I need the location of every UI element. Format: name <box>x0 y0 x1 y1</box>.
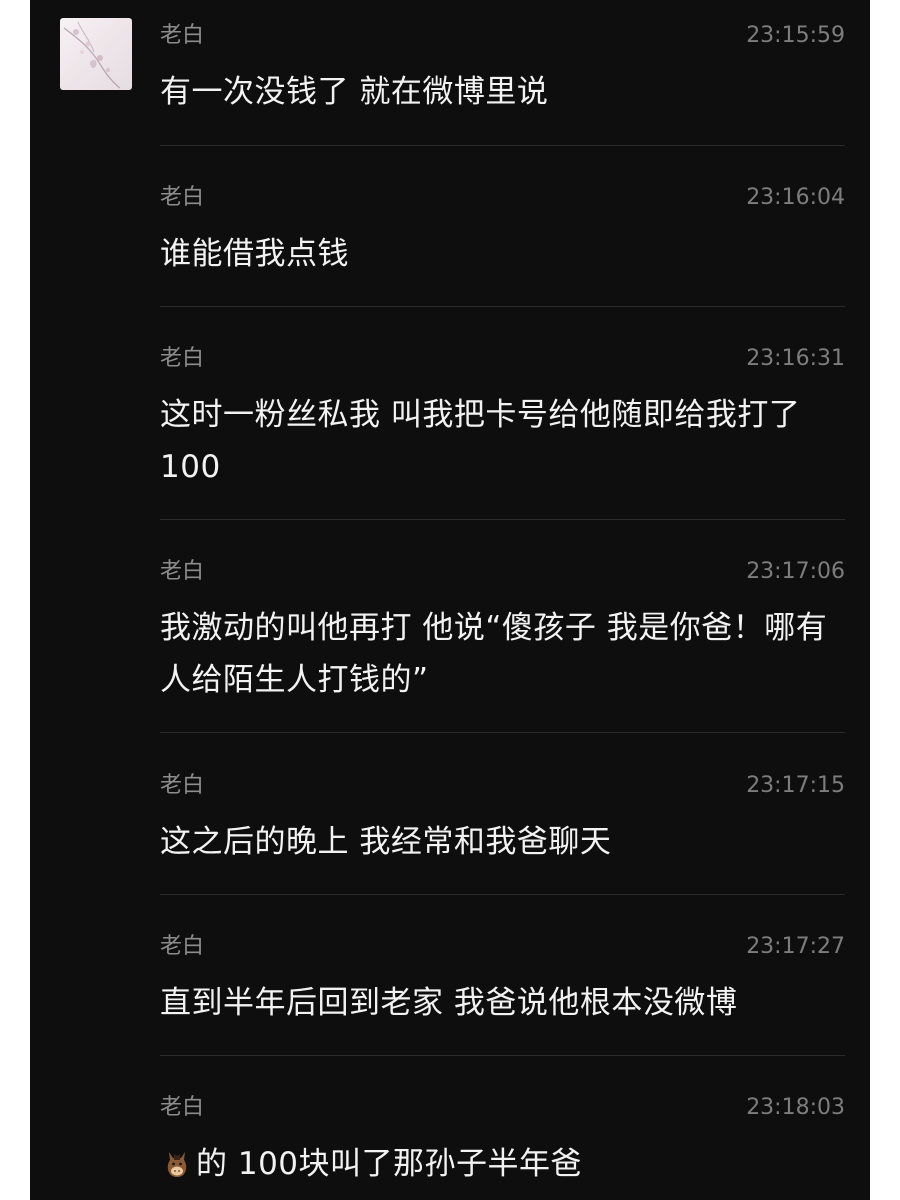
message-divider <box>160 145 845 146</box>
message-text: 直到半年后回到老家 我爸说他根本没微博 <box>160 985 738 1021</box>
message-text-container: 的 100块叫了那孙子半年爸 <box>160 1138 845 1190</box>
message-divider <box>160 894 845 895</box>
message-text: 我激动的叫他再打 他说“傻孩子 我是你爸！哪有人给陌生人打钱的” <box>160 610 828 698</box>
message-timestamp: 23:16:31 <box>746 346 845 371</box>
sender-name: 老白 <box>160 773 205 798</box>
horse-face-icon <box>160 1144 194 1178</box>
message-text: 这之后的晚上 我经常和我爸聊天 <box>160 824 612 860</box>
message-text: 的 100块叫了那孙子半年爸 <box>196 1146 583 1182</box>
message-timestamp: 23:17:15 <box>746 773 845 798</box>
message-text: 这时一粉丝私我 叫我把卡号给他随即给我打了100 <box>160 397 801 485</box>
sender-name: 老白 <box>160 559 205 584</box>
sender-name: 老白 <box>160 346 205 371</box>
message-divider <box>160 1055 845 1056</box>
message-timestamp: 23:15:59 <box>746 23 845 48</box>
message-divider <box>160 306 845 307</box>
message-timestamp: 23:17:27 <box>746 934 845 959</box>
message-timestamp: 23:17:06 <box>746 559 845 584</box>
sender-name: 老白 <box>160 23 205 48</box>
sender-name: 老白 <box>160 185 205 210</box>
message-divider <box>160 519 845 520</box>
message-text: 谁能借我点钱 <box>160 236 349 272</box>
sender-name: 老白 <box>160 1095 205 1120</box>
message-text: 有一次没钱了 就在微博里说 <box>160 74 549 110</box>
sender-name: 老白 <box>160 934 205 959</box>
sender-avatar[interactable] <box>60 18 132 90</box>
message-timestamp: 23:18:03 <box>746 1095 845 1120</box>
avatar-image <box>63 21 121 89</box>
message-timestamp: 23:16:04 <box>746 185 845 210</box>
chat-screen: 老白 23:15:59 有一次没钱了 就在微博里说 老白 23:16:04 谁能… <box>30 0 870 1200</box>
message-divider <box>160 732 845 733</box>
